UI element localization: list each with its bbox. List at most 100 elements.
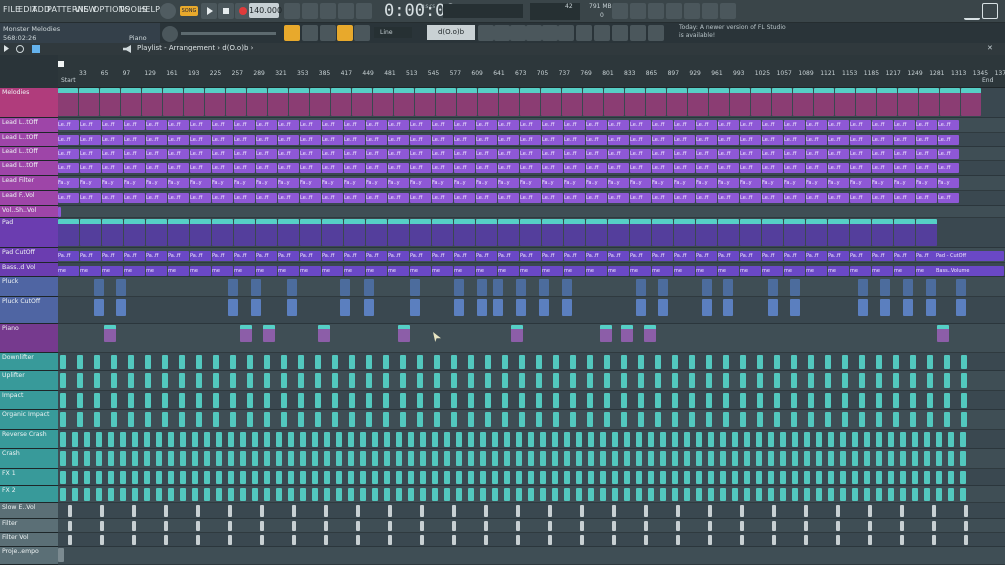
pad-clip[interactable] (784, 219, 805, 246)
lead-automation-clip[interactable]: Le..ff (740, 149, 761, 159)
pluck-cutoff-clip[interactable] (477, 299, 487, 316)
automation-clip[interactable] (580, 505, 584, 517)
fx-clip[interactable] (276, 451, 282, 466)
lead-automation-clip[interactable]: Fa..y (432, 178, 453, 188)
fx-clip[interactable] (624, 488, 630, 501)
pad-cutoff-clip[interactable]: Pa..ff (850, 251, 871, 261)
lead-automation-clip[interactable]: Le..ff (696, 135, 717, 145)
fx-clip[interactable] (502, 355, 508, 369)
fx-clip[interactable] (336, 488, 342, 501)
fx-clip[interactable] (588, 488, 594, 501)
fx-clip[interactable] (300, 451, 306, 466)
fx-clip[interactable] (94, 412, 100, 427)
pluck-pattern-clip[interactable] (228, 279, 238, 296)
automation-clip[interactable] (644, 505, 648, 517)
pad-clip[interactable] (828, 219, 849, 246)
playhead[interactable] (58, 61, 64, 67)
fx-clip[interactable] (434, 373, 440, 388)
melody-clip[interactable] (688, 88, 708, 116)
pad-cutoff-clip[interactable]: Pa..ff (410, 251, 431, 261)
fx-clip[interactable] (144, 488, 150, 501)
fx-clip[interactable] (648, 432, 654, 447)
fx-clip[interactable] (60, 451, 66, 466)
lead-automation-clip[interactable]: Fa..y (762, 178, 783, 188)
automation-clip[interactable] (164, 505, 168, 517)
fx-clip[interactable] (468, 432, 474, 447)
automation-clip[interactable] (932, 505, 936, 517)
fx-clip[interactable] (168, 451, 174, 466)
pluck-cutoff-clip[interactable] (516, 299, 526, 316)
fx-clip[interactable] (912, 432, 918, 447)
pad-clip[interactable] (718, 219, 739, 246)
pluck-pattern-clip[interactable] (926, 279, 936, 296)
fx-clip[interactable] (400, 373, 406, 388)
fx-clip[interactable] (604, 393, 610, 408)
bass-volume-clip[interactable]: me (168, 266, 189, 276)
fx-clip[interactable] (927, 355, 933, 369)
automation-clip[interactable] (804, 521, 808, 531)
fx-clip[interactable] (536, 412, 542, 427)
fx-clip[interactable] (504, 451, 510, 466)
automation-clip[interactable] (260, 505, 264, 517)
fx-clip[interactable] (612, 488, 618, 501)
fx-clip[interactable] (111, 412, 117, 427)
fx-clip[interactable] (77, 355, 83, 369)
fx-clip[interactable] (864, 488, 870, 501)
piano-clip[interactable] (621, 325, 633, 342)
fx-clip[interactable] (144, 471, 150, 484)
fx-clip[interactable] (179, 373, 185, 388)
lead-automation-clip[interactable]: Fa..y (388, 178, 409, 188)
pluck-pattern-clip[interactable] (956, 279, 966, 296)
track-header[interactable]: Lead L..tOff (0, 161, 58, 176)
melody-clip[interactable] (625, 88, 645, 116)
fx-clip[interactable] (396, 451, 402, 466)
automation-clip[interactable] (196, 505, 200, 517)
fx-clip[interactable] (528, 451, 534, 466)
fx-clip[interactable] (168, 432, 174, 447)
fx-clip[interactable] (774, 412, 780, 427)
melody-clip[interactable] (436, 88, 456, 116)
melody-clip[interactable] (373, 88, 393, 116)
melody-clip[interactable] (226, 88, 246, 116)
lead-automation-clip[interactable]: Fa..y (58, 178, 79, 188)
pad-cutoff-clip[interactable]: Pa..ff (190, 251, 211, 261)
fx-clip[interactable] (852, 488, 858, 501)
fx-clip[interactable] (708, 488, 714, 501)
lead-automation-clip[interactable]: Le..ff (102, 135, 123, 145)
fx-clip[interactable] (400, 355, 406, 369)
fx-clip[interactable] (204, 451, 210, 466)
lead-automation-clip[interactable]: Le..ff (674, 193, 695, 203)
lead-automation-clip[interactable]: Le..ff (586, 163, 607, 173)
fx-clip[interactable] (948, 432, 954, 447)
lead-automation-clip[interactable]: Le..ff (256, 149, 277, 159)
automation-clip[interactable] (132, 521, 136, 531)
pad-cutoff-clip[interactable]: Pa..ff (872, 251, 893, 261)
fx-clip[interactable] (696, 432, 702, 447)
bass-volume-clip[interactable]: me (542, 266, 563, 276)
fx-clip[interactable] (434, 412, 440, 427)
pad-cutoff-clip[interactable]: Pa..ff (740, 251, 761, 261)
fx-clip[interactable] (624, 471, 630, 484)
blend-notes-icon[interactable] (338, 3, 354, 19)
melody-clip[interactable] (184, 88, 204, 116)
lead-automation-clip[interactable]: Le..ff (322, 135, 343, 145)
automation-clip[interactable] (68, 505, 72, 517)
fx-clip[interactable] (336, 451, 342, 466)
fx-clip[interactable] (192, 471, 198, 484)
melody-clip[interactable] (352, 88, 372, 116)
automation-clip[interactable] (900, 521, 904, 531)
lead-automation-clip[interactable]: Le..ff (432, 149, 453, 159)
automation-clip[interactable] (196, 535, 200, 545)
lead-automation-clip[interactable]: Le..ff (410, 149, 431, 159)
bass-volume-clip[interactable]: me (586, 266, 607, 276)
fx-clip[interactable] (196, 373, 202, 388)
fx-clip[interactable] (84, 432, 90, 447)
fx-clip[interactable] (108, 432, 114, 447)
pad-clip[interactable] (212, 219, 233, 246)
pad-clip[interactable] (740, 219, 761, 246)
fx-clip[interactable] (536, 393, 542, 408)
share-icon[interactable] (648, 25, 664, 41)
fx-clip[interactable] (604, 373, 610, 388)
wait-icon[interactable] (302, 3, 318, 19)
lead-automation-clip[interactable]: Le..ff (58, 120, 79, 130)
